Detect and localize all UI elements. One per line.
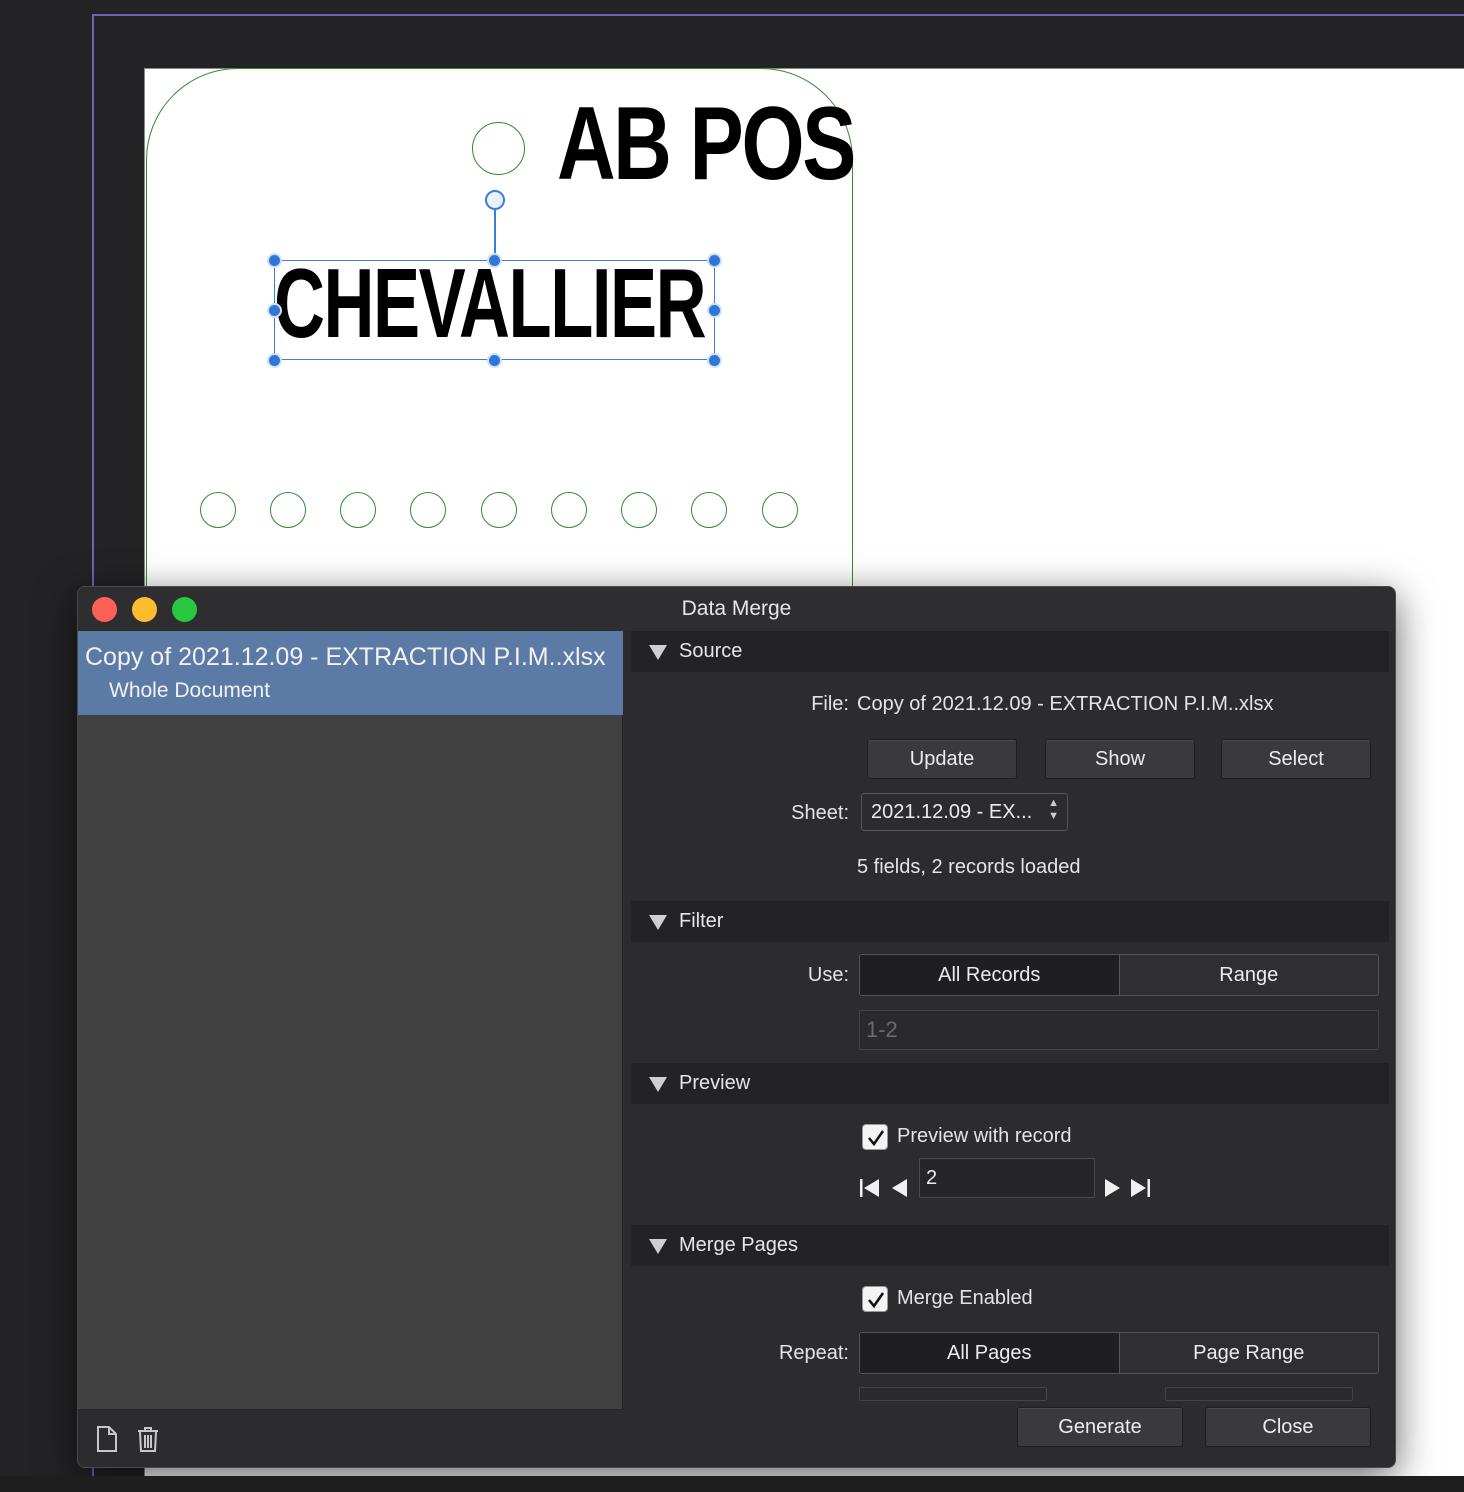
sheet-select[interactable]: 2021.12.09 - EX... ▲ ▼ bbox=[861, 793, 1068, 831]
dialog-titlebar[interactable]: Data Merge bbox=[78, 587, 1395, 631]
bottom-hole-circle[interactable] bbox=[481, 492, 517, 528]
file-value: Copy of 2021.12.09 - EXTRACTION P.I.M..x… bbox=[857, 693, 1274, 715]
status-bar bbox=[0, 1476, 1464, 1492]
records-loaded-status: 5 fields, 2 records loaded bbox=[857, 856, 1081, 878]
source-section-label: Source bbox=[679, 640, 743, 662]
resize-handle-top-right[interactable] bbox=[707, 253, 722, 268]
disclosure-triangle-icon bbox=[649, 1239, 667, 1254]
dialog-title: Data Merge bbox=[681, 597, 792, 620]
page-range-segment[interactable]: Page Range bbox=[1118, 1333, 1378, 1373]
trash-icon[interactable] bbox=[137, 1426, 159, 1457]
stepper-arrows-icon: ▲ ▼ bbox=[1048, 797, 1059, 822]
filter-section-header[interactable]: Filter bbox=[631, 901, 1389, 942]
use-segmented-control: All Records Range bbox=[859, 954, 1379, 996]
resize-handle-left[interactable] bbox=[267, 303, 282, 318]
close-button[interactable]: Close bbox=[1205, 1407, 1371, 1447]
disclosure-triangle-icon bbox=[649, 915, 667, 930]
resize-handle-bottom-right[interactable] bbox=[707, 353, 722, 368]
use-label: Use: bbox=[807, 964, 849, 986]
resize-handle-top-left[interactable] bbox=[267, 253, 282, 268]
preview-with-record-checkbox[interactable] bbox=[862, 1124, 888, 1150]
first-record-icon[interactable] bbox=[859, 1177, 881, 1205]
show-button[interactable]: Show bbox=[1045, 739, 1195, 779]
bottom-hole-circle[interactable] bbox=[762, 492, 798, 528]
preview-section-label: Preview bbox=[679, 1072, 751, 1094]
filter-section-label: Filter bbox=[679, 910, 724, 932]
all-records-segment[interactable]: All Records bbox=[860, 955, 1119, 995]
disclosure-triangle-icon bbox=[649, 1077, 667, 1092]
update-button[interactable]: Update bbox=[867, 739, 1017, 779]
bottom-hole-circle[interactable] bbox=[691, 492, 727, 528]
page-range-end-input[interactable] bbox=[1165, 1387, 1353, 1401]
all-pages-segment[interactable]: All Pages bbox=[860, 1333, 1119, 1373]
merge-enabled-label: Merge Enabled bbox=[897, 1287, 1033, 1309]
data-merge-settings: Source File: Copy of 2021.12.09 - EXTRAC… bbox=[631, 631, 1389, 1467]
preview-with-record-label: Preview with record bbox=[897, 1125, 1072, 1147]
checkmark-icon bbox=[868, 1292, 885, 1309]
next-record-icon[interactable] bbox=[1103, 1177, 1123, 1205]
top-hole-circle[interactable] bbox=[472, 122, 525, 175]
resize-handle-top[interactable] bbox=[487, 253, 502, 268]
merge-pages-section-label: Merge Pages bbox=[679, 1234, 798, 1256]
data-source-item-subtitle: Whole Document bbox=[109, 679, 271, 702]
resize-handle-right[interactable] bbox=[707, 303, 722, 318]
select-button[interactable]: Select bbox=[1221, 739, 1371, 779]
repeat-label: Repeat: bbox=[778, 1342, 849, 1364]
repeat-segmented-control: All Pages Page Range bbox=[859, 1332, 1379, 1374]
source-section-header[interactable]: Source bbox=[631, 631, 1389, 672]
merge-enabled-checkbox[interactable] bbox=[862, 1286, 888, 1312]
selection-bounding-box bbox=[274, 260, 715, 360]
data-source-item-title: Copy of 2021.12.09 - EXTRACTION P.I.M..x… bbox=[85, 643, 606, 671]
record-number-input[interactable]: 2 bbox=[919, 1158, 1095, 1198]
file-label: File: bbox=[811, 693, 849, 715]
merge-pages-section-header[interactable]: Merge Pages bbox=[631, 1225, 1389, 1266]
sheet-label: Sheet: bbox=[791, 802, 849, 824]
bottom-hole-circle[interactable] bbox=[551, 492, 587, 528]
bottom-hole-circle[interactable] bbox=[410, 492, 446, 528]
sheet-select-value: 2021.12.09 - EX... bbox=[871, 801, 1033, 823]
bottom-hole-circle[interactable] bbox=[270, 492, 306, 528]
bottom-hole-circle[interactable] bbox=[200, 492, 236, 528]
disclosure-triangle-icon bbox=[649, 645, 667, 660]
resize-handle-bottom-left[interactable] bbox=[267, 353, 282, 368]
data-source-list: Copy of 2021.12.09 - EXTRACTION P.I.M..x… bbox=[78, 631, 623, 1467]
range-segment[interactable]: Range bbox=[1118, 955, 1378, 995]
generate-button[interactable]: Generate bbox=[1017, 1407, 1183, 1447]
range-input[interactable]: 1-2 bbox=[859, 1010, 1379, 1050]
resize-handle-bottom[interactable] bbox=[487, 353, 502, 368]
preview-section-header[interactable]: Preview bbox=[631, 1063, 1389, 1104]
rotation-handle[interactable] bbox=[485, 190, 505, 210]
heading-text-frame[interactable]: AB POS bbox=[557, 92, 856, 196]
data-merge-dialog: Data Merge Copy of 2021.12.09 - EXTRACTI… bbox=[77, 586, 1396, 1468]
checkmark-icon bbox=[868, 1130, 885, 1147]
data-source-item[interactable]: Copy of 2021.12.09 - EXTRACTION P.I.M..x… bbox=[78, 631, 623, 715]
page-range-start-input[interactable] bbox=[859, 1387, 1047, 1401]
previous-record-icon[interactable] bbox=[889, 1177, 909, 1205]
data-source-list-footer bbox=[78, 1409, 623, 1467]
last-record-icon[interactable] bbox=[1129, 1177, 1151, 1205]
new-document-icon[interactable] bbox=[96, 1426, 118, 1457]
bottom-hole-circle[interactable] bbox=[340, 492, 376, 528]
bottom-hole-circle[interactable] bbox=[621, 492, 657, 528]
